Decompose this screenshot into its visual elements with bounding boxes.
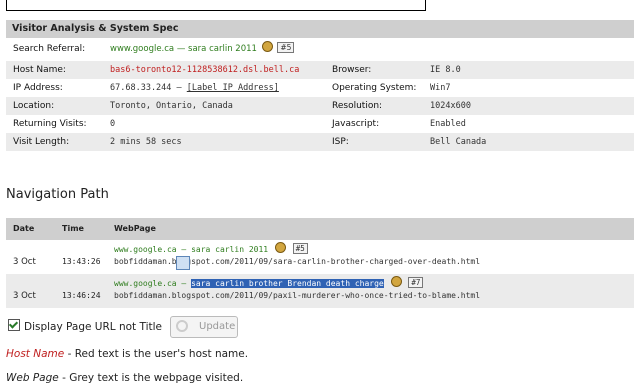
col-webpage: WebPage [114, 224, 156, 233]
location-value: Toronto, Ontario, Canada [110, 101, 233, 111]
returning-value: 0 [110, 119, 116, 129]
location-label: Location: [13, 101, 55, 111]
nav-row: 3 Oct 13:43:26 www.google.ca — sara carl… [6, 240, 634, 274]
display-url-option[interactable]: Display Page URL not Title [8, 319, 162, 333]
visit-length-value: 2 mins 58 secs [110, 137, 182, 147]
update-label: Update [199, 321, 236, 332]
legend-host-name: Host Name - Red text is the user's host … [6, 348, 248, 360]
nav-referral: www.google.ca — sara carlin 2011 #5 [114, 242, 308, 254]
nav-row: 3 Oct 13:46:24 www.google.ca — sara carl… [6, 274, 634, 308]
label-ip-link[interactable]: [Label IP Address] [187, 83, 279, 93]
refresh-icon [176, 320, 188, 332]
spec-row-visit: Visit Length: 2 mins 58 secs ISP: Bell C… [6, 133, 634, 151]
nav-page-url[interactable]: bobfiddaman.blogspot.com/2011/09/paxil-m… [114, 291, 480, 300]
legend-page-key: Web Page [6, 372, 59, 384]
search-engine-icon [390, 276, 402, 287]
col-date: Date [13, 224, 35, 233]
host-value: bas6-toronto12-1128538612.dsl.bell.ca [110, 65, 300, 75]
javascript-value: Enabled [430, 119, 466, 129]
javascript-label: Javascript: [332, 119, 380, 129]
spec-row-referral: Search Referral: www.google.ca — sara ca… [6, 40, 634, 58]
drag-selection-icon[interactable] [176, 256, 190, 270]
search-engine-icon [261, 41, 273, 52]
selected-text[interactable]: sara carlin brother Brendan death charge [191, 279, 384, 288]
nav-time: 13:43:26 [62, 257, 101, 266]
host-label: Host Name: [13, 65, 66, 75]
col-time: Time [62, 224, 84, 233]
legend-host-desc: - Red text is the user's host name. [64, 348, 249, 360]
isp-value: Bell Canada [430, 137, 487, 147]
spec-row-location: Location: Toronto, Ontario, Canada Resol… [6, 97, 634, 115]
referral-value: www.google.ca — sara carlin 2011 #5 [110, 40, 295, 58]
browser-value: IE 8.0 [430, 65, 461, 75]
referral-label: Search Referral: [13, 44, 86, 54]
nav-date: 3 Oct [13, 291, 36, 301]
ip-value: 67.68.33.244 — [110, 83, 182, 93]
ip-value-group: 67.68.33.244 — [Label IP Address] [110, 79, 279, 97]
referral-link[interactable]: www.google.ca — sara carlin 2011 [110, 44, 257, 54]
nav-page-url[interactable]: bobfiddaman.blogspot.com/2011/09/sara-ca… [114, 257, 480, 266]
checkbox-checked-icon[interactable] [8, 319, 20, 331]
update-button[interactable]: Update [170, 316, 238, 338]
nav-date: 3 Oct [13, 257, 36, 267]
visit-length-label: Visit Length: [13, 137, 70, 147]
ip-label: IP Address: [13, 83, 63, 93]
navigation-path-heading: Navigation Path [6, 187, 109, 202]
legend-web-page: Web Page - Grey text is the webpage visi… [6, 372, 243, 384]
browser-label: Browser: [332, 65, 372, 75]
legend-page-desc: - Grey text is the webpage visited. [58, 372, 244, 384]
nav-referral: www.google.ca — sara carlin brother Bren… [114, 276, 424, 288]
nav-time: 13:46:24 [62, 291, 101, 300]
os-value: Win7 [430, 83, 451, 93]
nav-referral-link[interactable]: www.google.ca — sara carlin 2011 [114, 245, 268, 254]
returning-label: Returning Visits: [13, 119, 87, 129]
top-box [6, 0, 426, 11]
spec-row-returning: Returning Visits: 0 Javascript: Enabled [6, 115, 634, 133]
spec-section-header: Visitor Analysis & System Spec [6, 20, 634, 38]
legend-host-key: Host Name [6, 348, 65, 360]
resolution-value: 1024x600 [430, 101, 471, 111]
search-engine-icon [274, 242, 286, 253]
nav-referral-link[interactable]: www.google.ca — [114, 279, 191, 288]
spec-row-ip: IP Address: 67.68.33.244 — [Label IP Add… [6, 79, 634, 97]
isp-label: ISP: [332, 137, 349, 147]
nav-rank-badge: #7 [408, 277, 424, 288]
os-label: Operating System: [332, 83, 417, 93]
nav-table-header: Date Time WebPage [6, 218, 634, 240]
referral-rank-badge: #5 [277, 42, 295, 53]
resolution-label: Resolution: [332, 101, 383, 111]
nav-rank-badge: #5 [292, 243, 308, 254]
checkbox-label: Display Page URL not Title [24, 321, 163, 333]
spec-row-host: Host Name: bas6-toronto12-1128538612.dsl… [6, 61, 634, 79]
